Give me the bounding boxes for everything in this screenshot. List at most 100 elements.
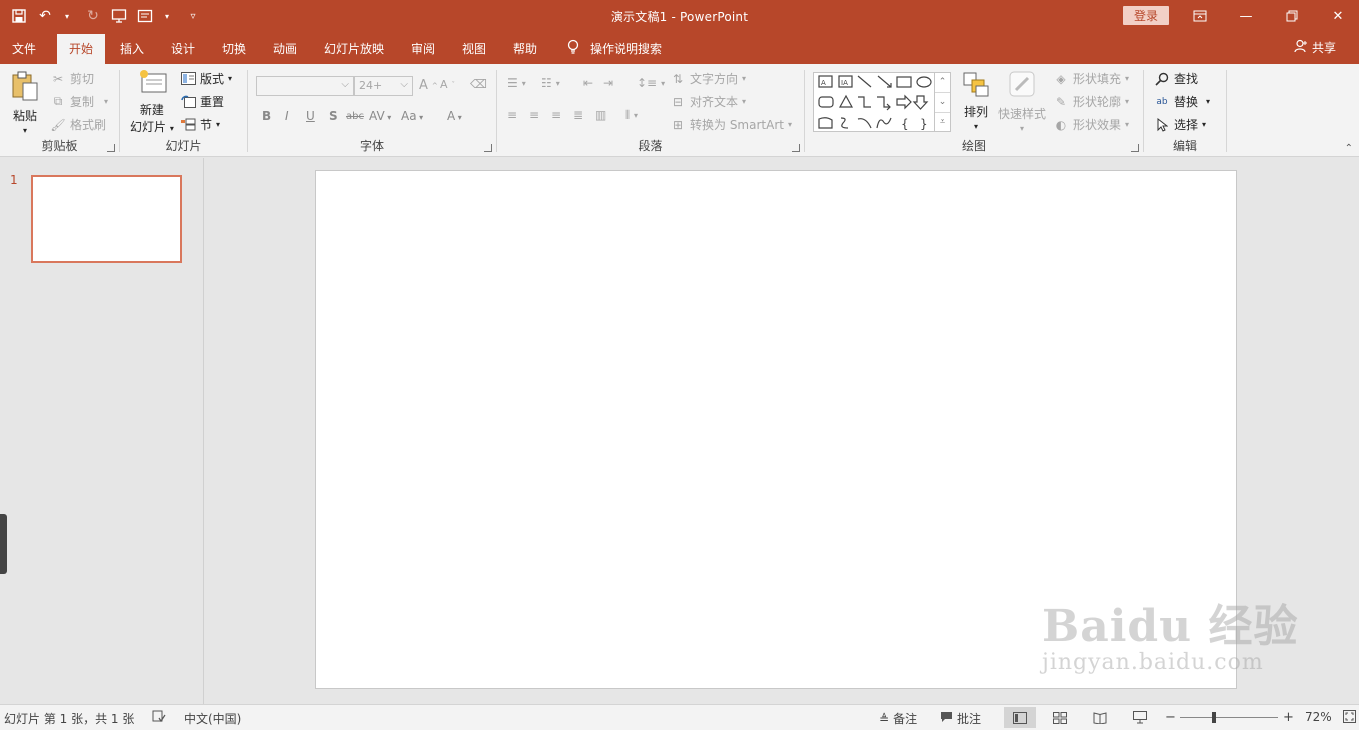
zoom-level[interactable]: 72% [1305,710,1332,724]
align-left-icon[interactable]: ≡ [507,108,517,122]
shape-effects-button[interactable]: ◐ 形状效果 ▾ [1053,116,1129,133]
zoom-out-button[interactable]: − [1165,710,1176,725]
collapse-ribbon-icon[interactable]: ⌃ [1345,143,1353,154]
more-shapes-icon[interactable]: ⩡ [935,113,950,133]
minimize-icon[interactable]: — [1223,0,1269,32]
italic-button[interactable]: I [285,109,289,123]
comments-button[interactable]: 批注 [940,710,981,727]
slides-group: 新建 幻灯片 ▾ 版式 ▾ 重置 节 ▾ 幻灯片 [120,64,247,157]
paragraph-group-label: 段落 [638,139,663,153]
align-text-button[interactable]: ⊟ 对齐文本 ▾ [670,93,746,110]
align-right-icon[interactable]: ≡ [551,108,561,122]
scissors-icon: ✂ [52,71,64,86]
increase-indent-icon[interactable]: ⇥ [603,76,613,90]
slide-show-icon[interactable] [1124,707,1156,728]
bullets-icon[interactable]: ☰ ▾ [507,76,526,90]
replace-button[interactable]: ab 替换 ▾ [1154,93,1210,110]
font-color-button[interactable]: A ▾ [447,109,462,123]
increase-font-size-icon[interactable]: A ^ [419,78,438,93]
line-spacing-icon[interactable]: ↕≡ ▾ [637,76,665,90]
side-handle[interactable] [0,514,7,574]
clipboard-launcher-icon[interactable] [107,144,115,152]
layout-button[interactable]: 版式 ▾ [180,70,232,87]
shapes-gallery[interactable]: A IA { } ⌃ ⌄ ⩡ [813,72,951,132]
scroll-up-icon[interactable]: ⌃ [935,73,950,93]
tab-home[interactable]: 开始 [57,34,106,64]
text-direction-button[interactable]: ⇅ 文字方向 ▾ [670,70,746,87]
font-group-label: 字体 [359,139,384,153]
fit-to-window-icon[interactable] [1343,710,1356,723]
shape-outline-button[interactable]: ✎ 形状轮廓 ▾ [1053,93,1129,110]
svg-text:IA: IA [841,79,848,87]
decrease-font-size-icon[interactable]: Aˇ [440,78,455,91]
restore-icon[interactable] [1269,0,1315,32]
zoom-slider-thumb[interactable] [1212,712,1216,723]
tab-transitions[interactable]: 切换 [222,40,246,57]
magnifier-icon [1154,71,1170,87]
shapes-gallery-icons: A IA { } [818,75,932,131]
underline-button[interactable]: U [306,109,315,123]
paste-button[interactable]: 粘贴 ▾ [10,70,40,135]
decrease-indent-icon[interactable]: ⇤ [583,76,593,90]
tab-help[interactable]: 帮助 [513,40,537,57]
normal-view-icon[interactable] [1004,707,1036,728]
close-icon[interactable]: ✕ [1315,0,1359,32]
tab-review[interactable]: 审阅 [411,40,435,57]
columns-icon[interactable]: ⫴ ▾ [625,108,638,123]
shape-fill-button[interactable]: ◈ 形状填充 ▾ [1053,70,1129,87]
group-divider [1226,70,1227,152]
font-size-combobox[interactable]: 24+ ⌵ [354,76,413,96]
effects-icon: ◐ [1055,117,1067,132]
ribbon-display-options-icon[interactable] [1177,0,1223,32]
tab-design[interactable]: 设计 [171,40,195,57]
text-shadow-button[interactable]: S [329,109,338,123]
align-center-icon[interactable]: ≡ [529,108,539,122]
spell-check-icon[interactable] [152,710,166,723]
tab-view[interactable]: 视图 [462,40,486,57]
share-button[interactable]: 共享 [1294,39,1336,56]
section-button[interactable]: 节 ▾ [180,116,220,133]
sign-in-button[interactable]: 登录 [1123,6,1169,25]
tab-insert[interactable]: 插入 [120,40,144,57]
font-name-combobox[interactable]: ⌵ [256,76,354,96]
arrange-button[interactable]: 排列 ▾ [962,70,990,131]
drawing-launcher-icon[interactable] [1131,144,1139,152]
slide-sorter-icon[interactable] [1044,707,1076,728]
zoom-slider-track[interactable] [1180,717,1278,718]
tab-animations[interactable]: 动画 [273,40,297,57]
ribbon-tabs: 文件 开始 插入 设计 切换 动画 幻灯片放映 审阅 视图 帮助 操作说明搜索 … [0,32,1359,64]
notes-button[interactable]: ≜ 备注 [879,710,917,727]
numbering-icon[interactable]: ☷ ▾ [541,76,560,90]
copy-icon: ⧉ [53,94,63,108]
replace-icon: ab [1156,96,1168,107]
copy-button[interactable]: ⧉ 复制 ▾ [50,93,108,110]
new-slide-button[interactable]: 新建 幻灯片 ▾ [130,68,174,135]
font-launcher-icon[interactable] [484,144,492,152]
tab-file[interactable]: 文件 [12,40,36,57]
cut-button[interactable]: ✂ 剪切 [50,70,94,87]
slide-thumbnail[interactable] [31,175,182,263]
tell-me-label: 操作说明搜索 [590,42,663,56]
reading-view-icon[interactable] [1084,707,1116,728]
language-indicator[interactable]: 中文(中国) [184,710,241,727]
character-spacing-button[interactable]: AV ▾ [369,109,391,123]
justify-icon[interactable]: ≣ [573,108,583,122]
bold-button[interactable]: B [262,109,271,123]
shapes-gallery-scroll[interactable]: ⌃ ⌄ ⩡ [934,73,950,131]
zoom-in-button[interactable]: + [1283,710,1294,725]
convert-to-smartart-button[interactable]: ⊞ 转换为 SmartArt ▾ [670,116,792,133]
quick-styles-button[interactable]: 快速样式 ▾ [998,70,1046,133]
scroll-down-icon[interactable]: ⌄ [935,93,950,113]
paragraph-launcher-icon[interactable] [792,144,800,152]
format-painter-button[interactable]: 🖌 格式刷 [50,116,106,133]
clear-formatting-icon[interactable]: ⌫ [470,77,487,91]
svg-text:{: { [901,117,909,131]
strikethrough-button[interactable]: abc [346,111,364,122]
distribute-icon[interactable]: ▥ [595,108,606,122]
tell-me-search[interactable]: 操作说明搜索 [566,39,662,58]
find-button[interactable]: 查找 [1154,70,1198,87]
change-case-button[interactable]: Aa ▾ [401,109,423,123]
tab-slide-show[interactable]: 幻灯片放映 [324,40,384,57]
select-button[interactable]: 选择 ▾ [1154,116,1206,133]
reset-button[interactable]: 重置 [180,93,224,110]
